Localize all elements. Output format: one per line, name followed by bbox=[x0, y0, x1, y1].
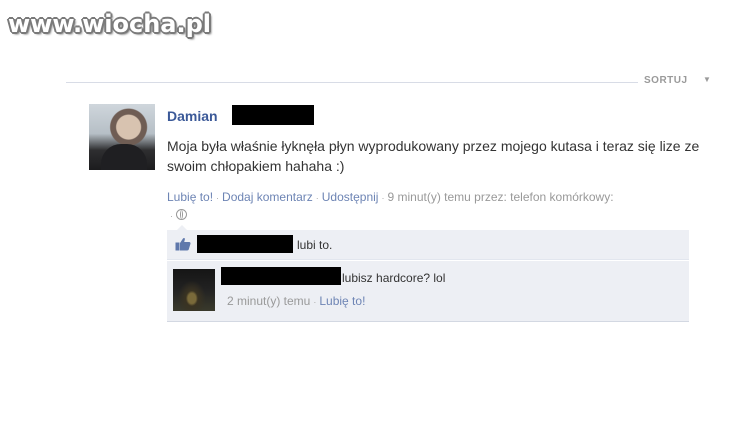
feedback-box: lubi to. lubisz hardcore? lol 2 minut(y)… bbox=[167, 225, 689, 322]
post-timestamp[interactable]: 9 minut(y) temu przez: telefon komórkowy… bbox=[387, 190, 613, 204]
thumbs-up-icon bbox=[175, 237, 191, 251]
post-text: Moja była właśnie łyknęła płyn wyproduko… bbox=[167, 138, 700, 174]
watermark-logo: www.wiocha.pl bbox=[8, 10, 212, 38]
share-link[interactable]: Udostępnij bbox=[322, 190, 379, 204]
sort-divider bbox=[66, 82, 638, 83]
post-meta: Lubię to! · Dodaj komentarz · Udostępnij · 9 m… bbox=[167, 189, 727, 225]
likes-text: lubi to. bbox=[297, 238, 333, 252]
sort-button[interactable]: SORTUJ bbox=[644, 75, 688, 86]
comment-timestamp[interactable]: 2 minut(y) temu bbox=[227, 294, 310, 308]
feedback-box-bottom bbox=[167, 317, 689, 322]
globe-icon[interactable] bbox=[176, 209, 187, 220]
facebook-post-page: www.wiocha.pl SORTUJ ▼ Damian Moja była … bbox=[0, 0, 750, 422]
commenter-avatar[interactable] bbox=[173, 269, 215, 311]
comment-item: lubisz hardcore? lol 2 minut(y) temu · Lub… bbox=[167, 261, 689, 317]
separator-dot: · bbox=[313, 297, 317, 307]
like-link[interactable]: Lubię to! bbox=[167, 190, 213, 204]
redaction-liker-name bbox=[197, 235, 293, 253]
comment-meta: 2 minut(y) temu · Lubię to! bbox=[227, 294, 365, 308]
separator-dot: · bbox=[315, 193, 319, 203]
author-avatar[interactable] bbox=[89, 104, 155, 170]
comment-like-link[interactable]: Lubię to! bbox=[319, 294, 365, 308]
avatar-body-shape bbox=[101, 144, 147, 170]
redaction-author-surname bbox=[232, 105, 314, 125]
comment-text: lubisz hardcore? lol bbox=[342, 271, 446, 285]
redaction-commenter-name bbox=[221, 267, 341, 285]
separator-dot: · bbox=[216, 193, 220, 203]
likes-row: lubi to. bbox=[167, 230, 689, 260]
sort-bar: SORTUJ ▼ bbox=[66, 74, 746, 90]
chevron-down-icon[interactable]: ▼ bbox=[703, 75, 711, 84]
add-comment-link[interactable]: Dodaj komentarz bbox=[222, 190, 313, 204]
separator-dot: · bbox=[170, 211, 173, 221]
author-name[interactable]: Damian bbox=[167, 108, 218, 124]
